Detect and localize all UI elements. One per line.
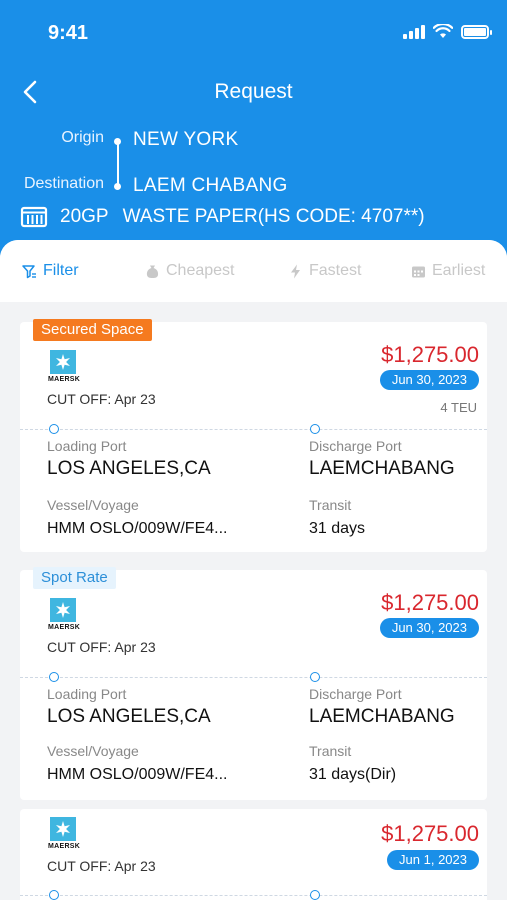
container-type: 20GP: [60, 206, 109, 227]
lightning-icon: [291, 264, 300, 278]
status-time: 9:41: [48, 22, 89, 44]
sort-fastest-button[interactable]: Fastest: [288, 262, 361, 280]
battery-icon: [461, 25, 492, 39]
vessel-label: Vessel/Voyage: [47, 743, 139, 759]
discharge-port-label: Discharge Port: [309, 686, 402, 702]
header: 9:41 Request Origin NEW YORK Destination…: [0, 0, 507, 262]
quote-card[interactable]: MAERSK CUT OFF: Apr 23 $1,275.00 Jun 1, …: [20, 809, 487, 900]
origin-value: NEW YORK: [133, 129, 239, 150]
sort-earliest-button[interactable]: Earliest: [411, 262, 485, 280]
loading-port-label: Loading Port: [47, 686, 127, 702]
earliest-label: Earliest: [432, 262, 486, 279]
calendar-icon: [412, 266, 425, 277]
filter-button[interactable]: Filter: [22, 262, 79, 280]
route-divider: [20, 895, 487, 896]
nav-bar: Request: [0, 70, 507, 114]
discharge-port-dot: [310, 890, 320, 900]
carrier-name: MAERSK: [48, 843, 81, 850]
discharge-port-dot: [310, 424, 320, 434]
wifi-icon: [433, 24, 453, 38]
maersk-star-icon: [50, 350, 76, 374]
carrier-logo: MAERSK: [48, 598, 81, 631]
carrier-logo: MAERSK: [48, 350, 81, 383]
vessel-voyage: HMM OSLO/009W/FE4...: [47, 520, 228, 537]
vessel-voyage: HMM OSLO/009W/FE4...: [47, 766, 228, 783]
teu-count: 4 TEU: [440, 400, 477, 415]
money-bag-icon: [146, 265, 159, 278]
route-line: [117, 143, 119, 186]
secured-space-badge: Secured Space: [33, 319, 152, 341]
transit-time: 31 days: [309, 520, 366, 537]
discharge-port: LAEMCHABANG: [309, 706, 455, 727]
sort-cheapest-button[interactable]: Cheapest: [145, 262, 235, 280]
route-divider: [20, 677, 487, 678]
filter-bar: Filter Cheapest Fastest Earliest: [0, 240, 507, 302]
carrier-name: MAERSK: [48, 376, 81, 383]
cutoff-text: CUT OFF: Apr 23: [47, 639, 156, 655]
discharge-port-label: Discharge Port: [309, 438, 402, 454]
cheapest-label: Cheapest: [166, 262, 235, 279]
date-badge: Jun 1, 2023: [387, 850, 479, 870]
loading-port-dot: [49, 424, 59, 434]
destination-value: LAEM CHABANG: [133, 175, 288, 196]
cutoff-text: CUT OFF: Apr 23: [47, 391, 156, 407]
discharge-port-dot: [310, 672, 320, 682]
fastest-label: Fastest: [309, 262, 362, 279]
carrier-logo: MAERSK: [48, 817, 81, 850]
spot-rate-badge: Spot Rate: [33, 567, 116, 589]
cargo-info: 20GP WASTE PAPER(HS CODE: 4707**): [20, 204, 425, 230]
quote-card[interactable]: Secured Space MAERSK CUT OFF: Apr 23 $1,…: [20, 319, 487, 552]
commodity: WASTE PAPER(HS CODE: 4707**): [122, 206, 425, 227]
destination-dot: [114, 183, 121, 190]
loading-port-label: Loading Port: [47, 438, 127, 454]
filter-icon: [22, 264, 36, 278]
price: $1,275.00: [381, 821, 479, 846]
cutoff-text: CUT OFF: Apr 23: [47, 858, 156, 874]
loading-port-dot: [49, 672, 59, 682]
vessel-label: Vessel/Voyage: [47, 497, 139, 513]
cellular-signal-icon: [403, 25, 425, 39]
carrier-name: MAERSK: [48, 624, 81, 631]
date-badge: Jun 30, 2023: [379, 618, 479, 638]
maersk-star-icon: [50, 817, 76, 841]
loading-port-dot: [49, 890, 59, 900]
origin-label: Origin: [61, 129, 104, 146]
loading-port: LOS ANGELES,CA: [47, 458, 211, 479]
status-icons: [403, 24, 492, 39]
destination-label: Destination: [23, 175, 104, 192]
quote-card[interactable]: Spot Rate MAERSK CUT OFF: Apr 23 $1,275.…: [20, 567, 487, 800]
loading-port: LOS ANGELES,CA: [47, 706, 211, 727]
transit-label: Transit: [309, 497, 352, 513]
maersk-star-icon: [50, 598, 76, 622]
route-divider: [20, 429, 487, 430]
discharge-port: LAEMCHABANG: [309, 458, 455, 479]
transit-time: 31 days(Dir): [309, 766, 397, 783]
price: $1,275.00: [381, 342, 479, 367]
filter-label: Filter: [43, 262, 79, 279]
price: $1,275.00: [381, 590, 479, 615]
status-bar: 9:41: [0, 0, 507, 64]
date-badge: Jun 30, 2023: [379, 370, 479, 390]
page-title: Request: [214, 80, 293, 103]
transit-label: Transit: [309, 743, 352, 759]
container-icon: [20, 206, 48, 228]
